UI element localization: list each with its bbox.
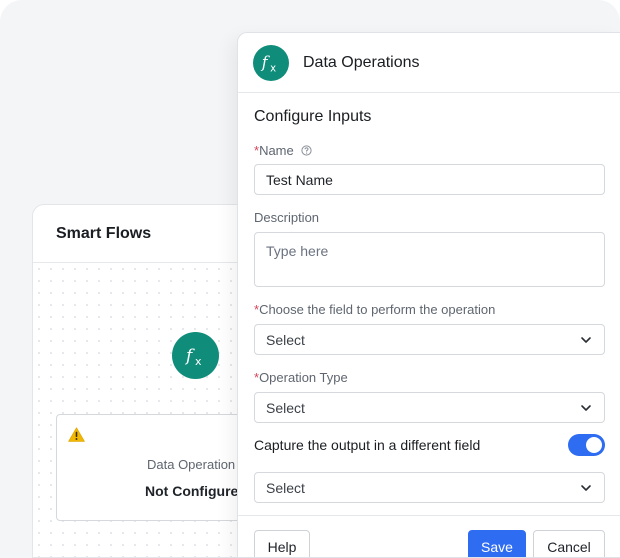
operation-type-value: Select bbox=[266, 399, 305, 416]
field-select-value: Select bbox=[266, 331, 305, 348]
data-operations-panel: f x Data Operations Configure Inputs *Na… bbox=[237, 32, 620, 558]
output-field-value: Select bbox=[266, 479, 305, 496]
description-textarea[interactable]: Type here bbox=[254, 232, 605, 287]
help-circle-icon[interactable] bbox=[301, 145, 312, 156]
description-label: Description bbox=[254, 210, 320, 225]
warning-icon bbox=[68, 427, 85, 442]
field-select-label-text: Choose the field to perform the operatio… bbox=[259, 302, 496, 317]
description-placeholder: Type here bbox=[266, 243, 329, 259]
name-label: *Name bbox=[254, 143, 312, 158]
panel-header: f x Data Operations bbox=[238, 33, 620, 93]
toggle-knob bbox=[586, 437, 602, 453]
chevron-down-icon bbox=[581, 337, 591, 343]
smart-flows-title: Smart Flows bbox=[56, 224, 152, 242]
fx-icon: f x bbox=[184, 346, 202, 368]
field-select-label: *Choose the field to perform the operati… bbox=[254, 302, 495, 317]
chevron-down-icon bbox=[581, 485, 591, 491]
node-fx-icon: f x bbox=[172, 332, 219, 379]
output-field-dropdown[interactable]: Select bbox=[254, 472, 605, 503]
panel-title: Data Operations bbox=[303, 53, 420, 71]
section-title: Configure Inputs bbox=[254, 108, 372, 125]
panel-fx-icon: f x bbox=[253, 44, 289, 81]
operation-type-dropdown[interactable]: Select bbox=[254, 392, 605, 423]
cancel-button[interactable]: Cancel bbox=[533, 530, 605, 557]
name-input-value: Test Name bbox=[266, 171, 333, 188]
name-input[interactable]: Test Name bbox=[254, 164, 605, 195]
fx-icon: f x bbox=[261, 52, 276, 74]
svg-text:x: x bbox=[270, 63, 276, 74]
field-select-dropdown[interactable]: Select bbox=[254, 324, 605, 355]
help-button[interactable]: Help bbox=[254, 530, 310, 557]
node-status: Not Configured bbox=[145, 483, 247, 499]
svg-text:x: x bbox=[195, 355, 202, 368]
name-label-text: Name bbox=[259, 143, 294, 158]
operation-type-label: *Operation Type bbox=[254, 370, 348, 385]
panel-footer-divider bbox=[238, 515, 620, 516]
svg-text:f: f bbox=[184, 346, 195, 366]
capture-output-label: Capture the output in a different field bbox=[254, 437, 481, 453]
operation-type-label-text: Operation Type bbox=[259, 370, 348, 385]
node-type-label: Data Operation bbox=[147, 457, 236, 472]
chevron-down-icon bbox=[581, 405, 591, 411]
save-button[interactable]: Save bbox=[468, 530, 526, 557]
capture-output-toggle[interactable] bbox=[568, 434, 605, 456]
